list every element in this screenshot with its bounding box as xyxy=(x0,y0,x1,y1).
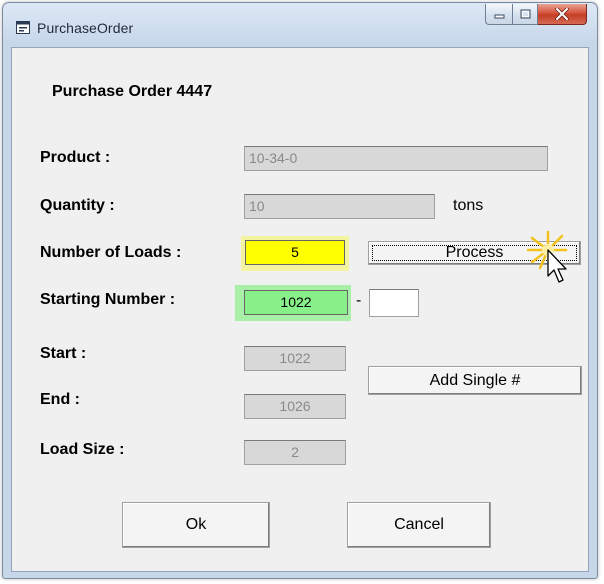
minimize-icon xyxy=(494,14,504,18)
product-field[interactable]: 10-34-0 xyxy=(244,146,548,171)
starting-number-field[interactable]: 1022 xyxy=(244,290,348,315)
form-body: Purchase Order 4447 Product : 10-34-0 Qu… xyxy=(11,47,589,572)
purchase-order-window: PurchaseOrder Purchase Order 4447 Produc… xyxy=(2,2,598,579)
close-icon xyxy=(555,8,569,20)
loads-label: Number of Loads : xyxy=(40,244,182,261)
start-field[interactable]: 1022 xyxy=(244,346,346,371)
maximize-icon xyxy=(520,9,530,19)
ok-button[interactable]: Ok xyxy=(122,502,270,548)
add-single-button-label: Add Single # xyxy=(429,371,521,389)
end-label: End : xyxy=(40,391,80,408)
process-button[interactable]: Process xyxy=(368,241,581,265)
starting-number-suffix-field[interactable] xyxy=(369,289,419,317)
load-size-label: Load Size : xyxy=(40,441,125,458)
load-size-field[interactable]: 2 xyxy=(244,440,346,465)
close-button[interactable] xyxy=(538,4,587,25)
quantity-unit: tons xyxy=(453,197,484,214)
page-title: Purchase Order 4447 xyxy=(52,83,213,100)
cancel-button-label: Cancel xyxy=(394,516,444,533)
window-app-icon xyxy=(16,21,30,34)
quantity-label: Quantity : xyxy=(40,197,115,214)
maximize-button[interactable] xyxy=(512,4,538,25)
starting-number-separator: - xyxy=(356,292,362,309)
focus-rectangle xyxy=(372,245,577,261)
ok-button-label: Ok xyxy=(185,516,207,533)
cancel-button[interactable]: Cancel xyxy=(347,502,491,548)
minimize-button[interactable] xyxy=(485,4,512,25)
quantity-field[interactable]: 10 xyxy=(244,194,435,219)
add-single-button[interactable]: Add Single # xyxy=(368,366,582,395)
start-label: Start : xyxy=(40,345,87,362)
product-label: Product : xyxy=(40,149,111,166)
number-of-loads-field[interactable]: 5 xyxy=(245,240,345,265)
starting-number-label: Starting Number : xyxy=(40,291,176,308)
window-title: PurchaseOrder xyxy=(37,20,134,36)
window-controls xyxy=(485,4,587,25)
title-bar[interactable]: PurchaseOrder xyxy=(3,3,597,47)
end-field[interactable]: 1026 xyxy=(244,394,346,419)
